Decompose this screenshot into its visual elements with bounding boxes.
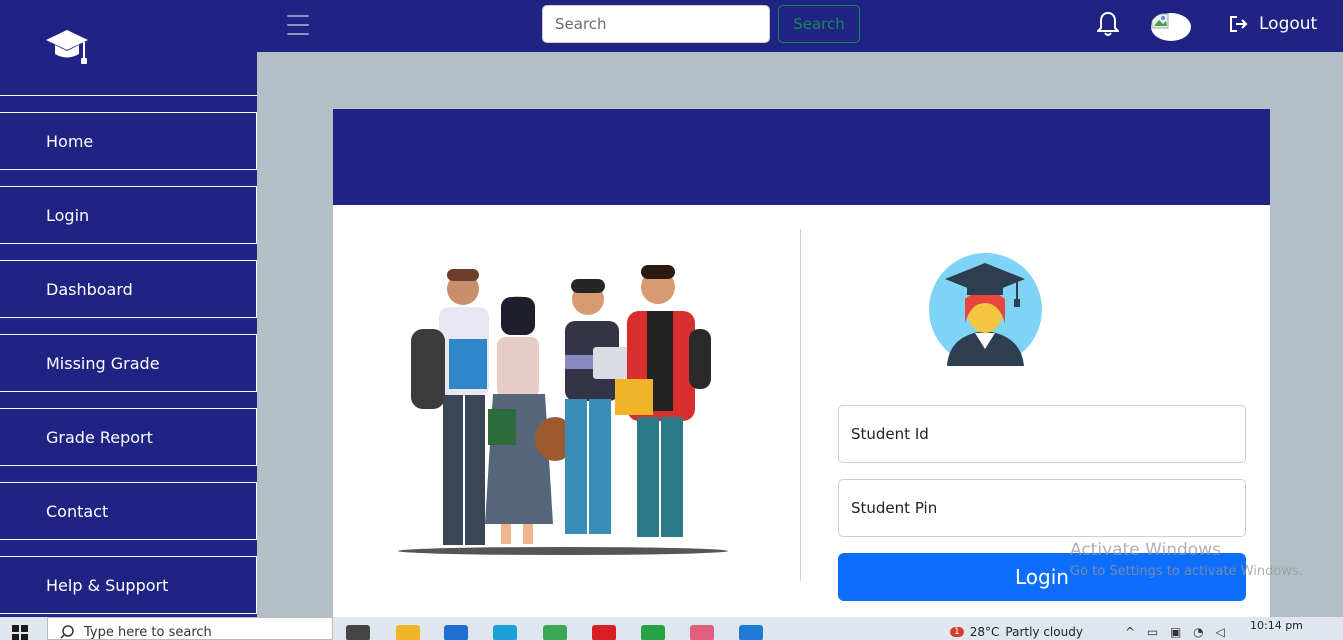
topbar: Search Logout	[257, 0, 1343, 52]
students-illustration	[398, 265, 728, 555]
weather-badge: 1	[950, 627, 964, 637]
watermark-title: Activate Windows	[1070, 540, 1221, 560]
sidebar-item-contact[interactable]: Contact	[0, 482, 257, 540]
clock-time[interactable]: 10:14 pm	[1250, 619, 1303, 632]
student-pin-field[interactable]	[838, 479, 1246, 537]
watermark-subtitle: Go to Settings to activate Windows.	[1070, 564, 1303, 579]
sidebar-item-label: Dashboard	[46, 279, 133, 299]
chrome-icon[interactable]	[543, 625, 567, 640]
search-input[interactable]	[542, 5, 770, 43]
hamburger-icon[interactable]	[287, 15, 309, 35]
logout-link[interactable]: Logout	[1229, 14, 1317, 34]
sidebar-item-label: Login	[46, 205, 90, 225]
student-id-field[interactable]	[838, 405, 1246, 463]
bell-icon[interactable]	[1097, 11, 1119, 37]
edge-icon[interactable]	[493, 625, 517, 640]
graduate-avatar	[929, 253, 1042, 366]
vscode-icon[interactable]	[739, 625, 763, 640]
weather-desc: Partly cloudy	[1005, 625, 1083, 639]
taskbar: Type here to search 1 28°C Partly cloudy…	[0, 617, 1343, 640]
opera-icon[interactable]	[592, 625, 616, 640]
sidebar-item-login[interactable]: Login	[0, 186, 257, 244]
paint-icon[interactable]	[690, 625, 714, 640]
weather-widget[interactable]: 1 28°C Partly cloudy	[950, 625, 1083, 639]
mail-icon[interactable]	[444, 625, 468, 640]
search-button[interactable]: Search	[778, 5, 860, 43]
activation-watermark: Activate Windows Go to Settings to activ…	[1070, 540, 1303, 579]
sidebar-item-dashboard[interactable]: Dashboard	[0, 260, 257, 318]
vertical-divider	[800, 229, 801, 581]
sidebar-item-home[interactable]: Home	[0, 112, 257, 170]
whatsapp-icon[interactable]	[641, 625, 665, 640]
sidebar-item-missing-grade[interactable]: Missing Grade	[0, 334, 257, 392]
system-tray[interactable]: ^ ▭ ▣ ◔ ◁	[1125, 625, 1229, 639]
sidebar-item-help-support[interactable]: Help & Support	[0, 556, 257, 614]
weather-temp: 28°C	[969, 625, 1000, 639]
sidebar-item-label: Missing Grade	[46, 353, 160, 373]
sidebar-item-label: Grade Report	[46, 427, 153, 447]
sidebar-item-label: Contact	[46, 501, 109, 521]
logout-label: Logout	[1259, 14, 1318, 34]
taskbar-search-placeholder: Type here to search	[84, 625, 212, 640]
windows-icon[interactable]	[12, 625, 28, 640]
file-explorer-icon[interactable]	[396, 625, 420, 640]
sidebar-item-grade-report[interactable]: Grade Report	[0, 408, 257, 466]
sidebar-item-label: Home	[46, 131, 94, 151]
avatar[interactable]	[1150, 12, 1192, 42]
graduation-cap-icon[interactable]	[44, 26, 90, 66]
taskbar-search[interactable]: Type here to search	[47, 617, 333, 640]
logout-icon	[1230, 16, 1248, 32]
task-view-icon[interactable]	[346, 625, 370, 640]
sidebar: Home Login Dashboard Missing Grade Grade…	[0, 0, 257, 617]
sidebar-item-label: Help & Support	[46, 575, 169, 595]
sidebar-divider	[0, 95, 257, 96]
card-header	[333, 109, 1270, 205]
search-icon	[60, 625, 74, 639]
